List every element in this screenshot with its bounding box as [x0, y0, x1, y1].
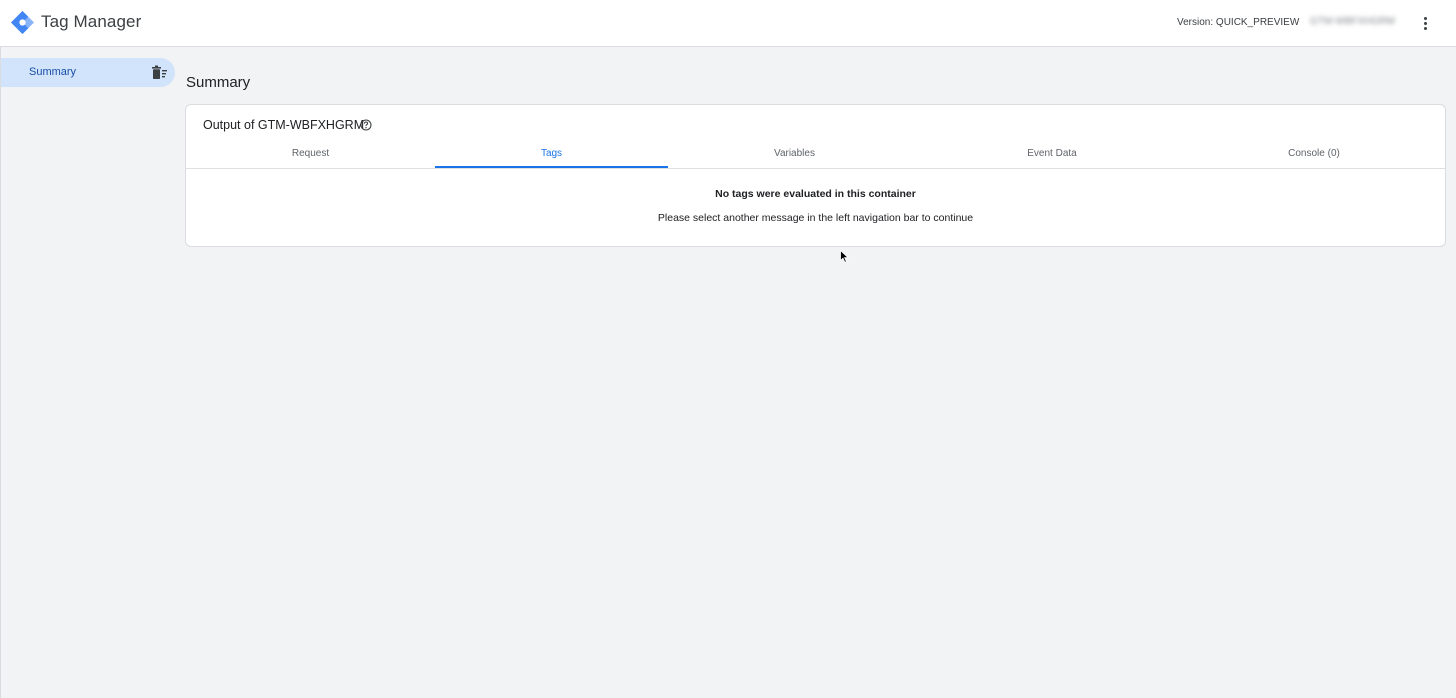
version-label: Version: QUICK_PREVIEW	[1177, 17, 1300, 28]
sidebar-item-label: Summary	[29, 66, 77, 78]
more-vert-icon[interactable]	[1415, 13, 1435, 33]
cursor-icon	[840, 250, 849, 263]
empty-state-title: No tags were evaluated in this container	[715, 188, 916, 200]
top-app-bar: Tag Manager Version: QUICK_PREVIEW GTM-W…	[0, 0, 1456, 47]
card-title: Output of GTM-WBFXHGRM	[203, 118, 365, 132]
app-title: Tag Manager	[41, 12, 142, 31]
tab-variables[interactable]: Variables	[668, 145, 921, 169]
tab-console[interactable]: Console (0)	[1183, 145, 1445, 169]
output-card: Output of GTM-WBFXHGRM Request Tags Vari…	[185, 104, 1446, 247]
container-id-blurred: GTM-WBFXHGRM	[1310, 16, 1395, 27]
tab-bar: Request Tags Variables Event Data Consol…	[186, 145, 1445, 169]
sidebar-item-summary[interactable]: Summary	[1, 58, 175, 87]
active-tab-indicator	[435, 166, 668, 168]
tab-event-data[interactable]: Event Data	[921, 145, 1183, 169]
tag-manager-logo-icon[interactable]	[10, 10, 35, 35]
page-title: Summary	[186, 74, 251, 91]
tab-request[interactable]: Request	[186, 145, 435, 169]
empty-state-subtitle: Please select another message in the lef…	[657, 212, 974, 224]
help-icon[interactable]	[360, 119, 372, 131]
sidebar-divider	[0, 47, 1, 698]
delete-sweep-icon[interactable]	[151, 65, 168, 80]
